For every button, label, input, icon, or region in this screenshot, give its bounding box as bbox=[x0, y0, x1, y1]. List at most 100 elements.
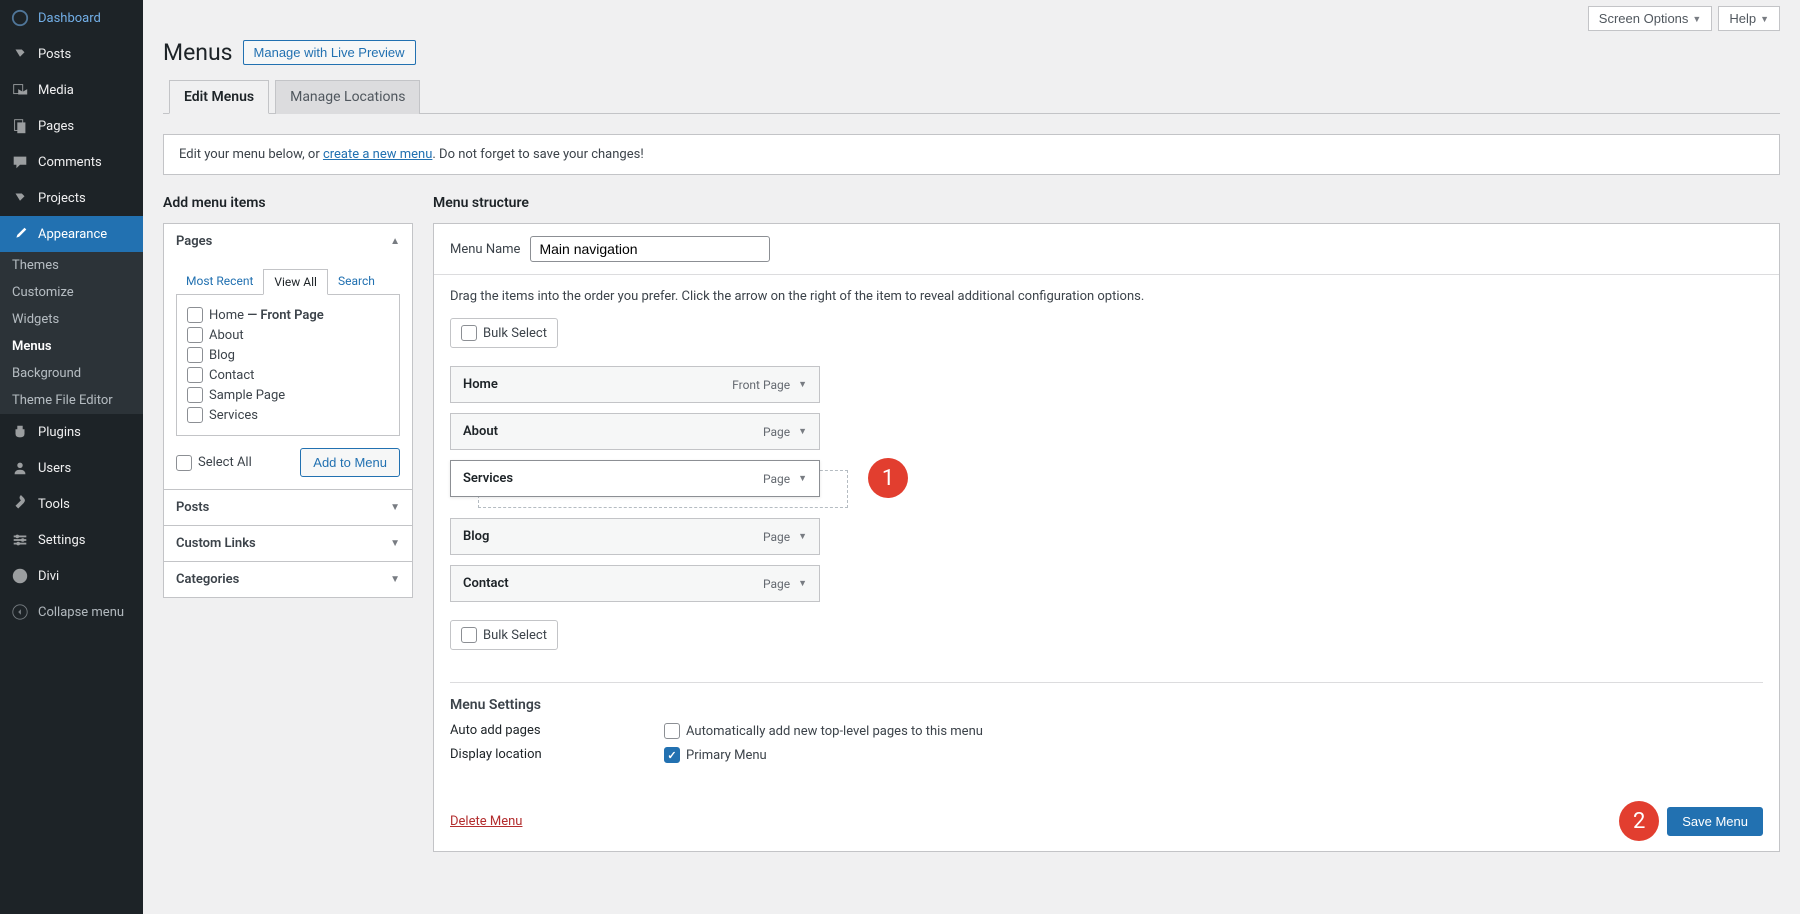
chevron-down-icon[interactable]: ▼ bbox=[798, 531, 807, 542]
sidebar-label: Dashboard bbox=[38, 11, 101, 26]
sidebar-sub-themes[interactable]: Themes bbox=[0, 252, 143, 279]
help-button[interactable]: Help▼ bbox=[1718, 6, 1780, 31]
auto-add-option: Automatically add new top-level pages to… bbox=[686, 724, 983, 739]
annotation-callout-1: 1 bbox=[868, 458, 908, 498]
chevron-down-icon: ▼ bbox=[1692, 14, 1701, 24]
sidebar-item-projects[interactable]: Projects bbox=[0, 180, 143, 216]
delete-menu-link[interactable]: Delete Menu bbox=[450, 814, 522, 829]
menu-name-input[interactable] bbox=[530, 236, 770, 262]
menu-item-services[interactable]: Services Page▼ bbox=[450, 460, 820, 497]
sidebar-label: Media bbox=[38, 83, 74, 98]
sidebar-sub-menus[interactable]: Menus bbox=[0, 333, 143, 360]
chevron-down-icon: ▼ bbox=[390, 502, 400, 513]
bulk-select-checkbox[interactable] bbox=[461, 627, 477, 643]
sidebar-label: Divi bbox=[38, 569, 59, 584]
select-all-checkbox[interactable] bbox=[176, 455, 192, 471]
page-item-label: Services bbox=[209, 408, 258, 423]
page-checkbox-home[interactable] bbox=[187, 307, 203, 323]
chevron-down-icon: ▼ bbox=[390, 574, 400, 585]
sidebar-item-posts[interactable]: Posts bbox=[0, 36, 143, 72]
dashboard-icon bbox=[10, 8, 30, 28]
page-checkbox-about[interactable] bbox=[187, 327, 203, 343]
sidebar-sub-background[interactable]: Background bbox=[0, 360, 143, 387]
sidebar-item-plugins[interactable]: Plugins bbox=[0, 414, 143, 450]
sidebar-sub-customize[interactable]: Customize bbox=[0, 279, 143, 306]
tab-edit-menus[interactable]: Edit Menus bbox=[169, 80, 269, 114]
sidebar-item-tools[interactable]: Tools bbox=[0, 486, 143, 522]
auto-add-checkbox[interactable] bbox=[664, 723, 680, 739]
accordion-posts-header[interactable]: Posts ▼ bbox=[164, 490, 412, 525]
manage-live-preview-button[interactable]: Manage with Live Preview bbox=[243, 40, 416, 65]
drag-instructions: Drag the items into the order you prefer… bbox=[450, 289, 1763, 304]
sidebar-item-users[interactable]: Users bbox=[0, 450, 143, 486]
plugin-icon bbox=[10, 422, 30, 442]
chevron-down-icon: ▼ bbox=[390, 538, 400, 549]
menu-item-blog[interactable]: Blog Page▼ bbox=[450, 518, 820, 555]
page-checkbox-services[interactable] bbox=[187, 407, 203, 423]
chevron-down-icon[interactable]: ▼ bbox=[798, 426, 807, 437]
sidebar-sub-theme-file-editor[interactable]: Theme File Editor bbox=[0, 387, 143, 414]
collapse-menu-button[interactable]: Collapse menu bbox=[0, 594, 143, 630]
menu-settings-heading: Menu Settings bbox=[450, 697, 1763, 713]
page-checkbox-contact[interactable] bbox=[187, 367, 203, 383]
sidebar-item-pages[interactable]: Pages bbox=[0, 108, 143, 144]
menu-item-home[interactable]: Home Front Page▼ bbox=[450, 366, 820, 403]
sidebar-label: Settings bbox=[38, 533, 85, 548]
menu-item-about[interactable]: About Page▼ bbox=[450, 413, 820, 450]
menu-name-label: Menu Name bbox=[450, 242, 520, 257]
sidebar-label: Appearance bbox=[38, 227, 107, 242]
page-checkbox-blog[interactable] bbox=[187, 347, 203, 363]
save-menu-button[interactable]: Save Menu bbox=[1667, 807, 1763, 836]
accordion-custom-links-header[interactable]: Custom Links ▼ bbox=[164, 526, 412, 561]
accordion-pages-header[interactable]: Pages ▲ bbox=[164, 224, 412, 259]
pin-icon bbox=[10, 44, 30, 64]
page-item-label: Contact bbox=[209, 368, 254, 383]
add-to-menu-button[interactable]: Add to Menu bbox=[300, 448, 400, 477]
users-icon bbox=[10, 458, 30, 478]
page-item-label: About bbox=[209, 328, 244, 343]
primary-menu-checkbox[interactable] bbox=[664, 747, 680, 763]
sidebar-item-comments[interactable]: Comments bbox=[0, 144, 143, 180]
menu-item-contact[interactable]: Contact Page▼ bbox=[450, 565, 820, 602]
pages-tab-search[interactable]: Search bbox=[328, 269, 385, 295]
settings-icon bbox=[10, 530, 30, 550]
auto-add-label: Auto add pages bbox=[450, 723, 664, 739]
media-icon bbox=[10, 80, 30, 100]
bulk-select-checkbox[interactable] bbox=[461, 325, 477, 341]
pages-tab-view-all[interactable]: View All bbox=[263, 269, 328, 295]
page-checkbox-sample-page[interactable] bbox=[187, 387, 203, 403]
sidebar-label: Users bbox=[38, 461, 71, 476]
edit-menu-notice: Edit your menu below, or create a new me… bbox=[163, 134, 1780, 175]
bulk-select-bottom[interactable]: Bulk Select bbox=[450, 620, 558, 650]
sidebar-label: Projects bbox=[38, 191, 86, 206]
chevron-down-icon[interactable]: ▼ bbox=[798, 473, 807, 484]
sidebar-item-media[interactable]: Media bbox=[0, 72, 143, 108]
pages-icon bbox=[10, 116, 30, 136]
chevron-up-icon: ▲ bbox=[390, 236, 400, 247]
chevron-down-icon: ▼ bbox=[1760, 14, 1769, 24]
sidebar-label: Tools bbox=[38, 497, 70, 512]
pages-tab-most-recent[interactable]: Most Recent bbox=[176, 269, 263, 295]
projects-icon bbox=[10, 188, 30, 208]
tools-icon bbox=[10, 494, 30, 514]
chevron-down-icon[interactable]: ▼ bbox=[798, 379, 807, 390]
page-title: Menus bbox=[163, 39, 233, 66]
sidebar-sub-widgets[interactable]: Widgets bbox=[0, 306, 143, 333]
primary-menu-label: Primary Menu bbox=[686, 748, 767, 763]
page-item-label: Home — Front Page bbox=[209, 308, 324, 323]
create-new-menu-link[interactable]: create a new menu bbox=[323, 147, 432, 162]
chevron-down-icon[interactable]: ▼ bbox=[798, 578, 807, 589]
sidebar-label: Posts bbox=[38, 47, 71, 62]
bulk-select-top[interactable]: Bulk Select bbox=[450, 318, 558, 348]
sidebar-item-appearance[interactable]: Appearance bbox=[0, 216, 143, 252]
sidebar-item-dashboard[interactable]: Dashboard bbox=[0, 0, 143, 36]
page-item-label: Blog bbox=[209, 348, 235, 363]
accordion-categories-header[interactable]: Categories ▼ bbox=[164, 562, 412, 597]
page-item-label: Sample Page bbox=[209, 388, 285, 403]
tab-manage-locations[interactable]: Manage Locations bbox=[275, 80, 420, 114]
structure-heading: Menu structure bbox=[433, 195, 1780, 211]
sidebar-label: Comments bbox=[38, 155, 102, 170]
screen-options-button[interactable]: Screen Options▼ bbox=[1588, 6, 1713, 31]
sidebar-item-divi[interactable]: Divi bbox=[0, 558, 143, 594]
sidebar-item-settings[interactable]: Settings bbox=[0, 522, 143, 558]
